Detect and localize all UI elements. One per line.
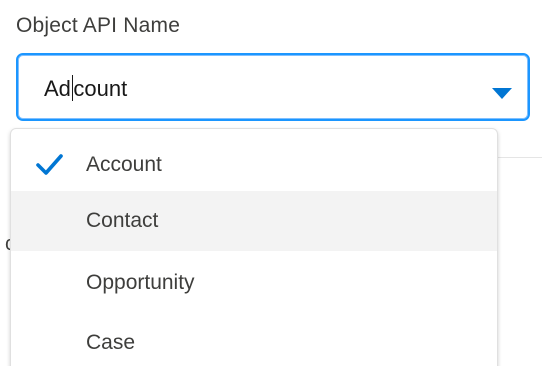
option-contact[interactable]: Contact xyxy=(11,191,497,251)
option-account[interactable]: Account xyxy=(11,135,497,195)
value-before-caret: Ad xyxy=(44,76,71,101)
option-label: Opportunity xyxy=(86,271,195,294)
option-label: Contact xyxy=(86,209,159,232)
option-case[interactable]: Case xyxy=(11,313,497,366)
check-icon xyxy=(36,154,63,175)
combobox-input-value[interactable]: Ad count xyxy=(44,75,127,102)
field-label: Object API Name xyxy=(16,14,181,37)
option-opportunity[interactable]: Opportunity xyxy=(11,253,497,313)
option-label: Case xyxy=(86,331,136,354)
option-label: Account xyxy=(86,153,162,176)
dropdown-listbox: Account Contact Opportunity Case xyxy=(10,128,498,366)
value-after-caret: count xyxy=(73,76,128,101)
chevron-down-icon[interactable] xyxy=(492,88,512,99)
combobox-stage: Object API Name Adcount c Account Contac… xyxy=(0,0,542,366)
object-api-name-combobox[interactable]: Ad count xyxy=(16,53,530,121)
